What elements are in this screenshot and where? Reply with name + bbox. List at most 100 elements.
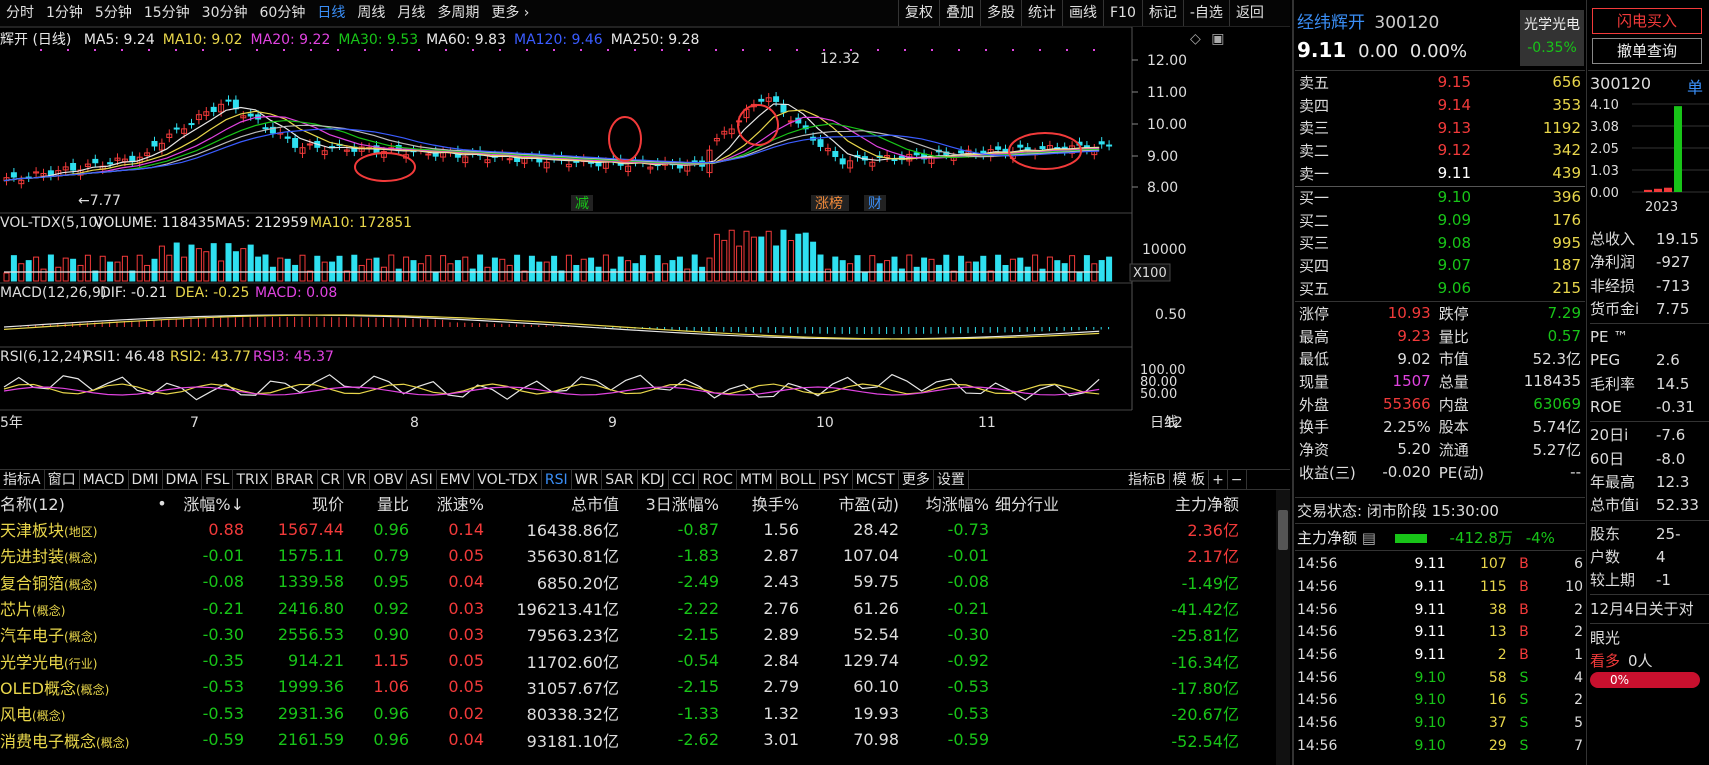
column-header[interactable]: 涨速%: [415, 490, 490, 516]
indicator-tab[interactable]: SAR: [602, 470, 638, 490]
indicator-action[interactable]: −: [1228, 470, 1247, 490]
three-day-change: -2.22: [677, 598, 719, 618]
period-tab[interactable]: 30分钟: [196, 0, 254, 26]
period-tab[interactable]: 5分钟: [89, 0, 138, 26]
indicator-tab[interactable]: ROC: [699, 470, 737, 490]
book-row[interactable]: 卖四 9.14 353: [1295, 94, 1585, 117]
tool-button[interactable]: 统计: [1021, 0, 1062, 26]
indicator-tab[interactable]: EMV: [437, 470, 475, 490]
indicator-tab[interactable]: MACD: [80, 470, 129, 490]
column-header[interactable]: •: [150, 490, 180, 516]
period-tab[interactable]: 60分钟: [254, 0, 312, 26]
column-header[interactable]: 现价: [250, 490, 350, 516]
book-row[interactable]: 卖三 9.13 1192: [1295, 116, 1585, 139]
column-header[interactable]: 市盈(动): [805, 490, 905, 516]
indicator-tab[interactable]: BOLL: [777, 470, 820, 490]
book-row[interactable]: 买二 9.09 176: [1295, 209, 1585, 232]
table-scrollbar[interactable]: [1276, 490, 1290, 765]
tool-button[interactable]: -自选: [1182, 0, 1229, 26]
flash-buy-button[interactable]: 闪电买入: [1592, 8, 1702, 34]
book-row[interactable]: 卖二 9.12 342: [1295, 139, 1585, 162]
column-header[interactable]: 主力净额: [1105, 490, 1245, 516]
indicator-tab[interactable]: MTM: [737, 470, 777, 490]
table-row[interactable]: 汽车电子(概念) -0.30 2556.53 0.90 0.03 79563.23亿 -2.…: [0, 621, 1245, 647]
column-header[interactable]: 均涨幅%: [905, 490, 995, 516]
indicator-tab[interactable]: CCI: [669, 470, 700, 490]
tool-button[interactable]: 画线: [1062, 0, 1103, 26]
tool-button[interactable]: 多股: [980, 0, 1021, 26]
indicator-tab[interactable]: TRIX: [233, 470, 273, 490]
table-row[interactable]: 天津板块(地区) 0.88 1567.44 0.96 0.14 16438.86亿 -0.8…: [0, 516, 1245, 542]
period-tab[interactable]: 15分钟: [138, 0, 196, 26]
indicator-tab[interactable]: VOL-TDX: [474, 470, 542, 490]
period-tab[interactable]: 周线: [351, 0, 391, 26]
kline-chart[interactable]: 辉开 (日线) MA5: 9.24 MA10: 9.02 MA20: 9.22 MA3…: [0, 27, 1290, 472]
tool-button[interactable]: 标记: [1141, 0, 1183, 26]
drawn-annotation[interactable]: [608, 116, 642, 162]
event-marker[interactable]: 涨榜: [815, 195, 843, 212]
book-row[interactable]: 买三 9.08 995: [1295, 231, 1585, 254]
event-marker[interactable]: 减: [575, 196, 589, 212]
indicator-action[interactable]: 模 板: [1170, 470, 1210, 490]
price: 914.21: [288, 651, 344, 671]
table-row[interactable]: 先进封装(概念) -0.01 1575.11 0.79 0.05 35630.81亿 -1.…: [0, 542, 1245, 568]
table-row[interactable]: OLED概念(概念) -0.53 1999.36 1.06 0.05 31057.67亿 -…: [0, 674, 1245, 700]
indicator-action[interactable]: 指标B: [1125, 470, 1170, 490]
period-tab[interactable]: 1分钟: [40, 0, 89, 26]
pct-change: 0.88: [208, 519, 244, 539]
indicator-tab[interactable]: 设置: [934, 470, 969, 490]
speed: 0.04: [448, 572, 484, 592]
cancel-query-button[interactable]: 撤单查询: [1592, 38, 1702, 64]
table-row[interactable]: 芯片(概念) -0.21 2416.80 0.92 0.03 196213.41亿 -2.2…: [0, 595, 1245, 621]
column-header[interactable]: 涨幅%↓: [180, 490, 250, 516]
indicator-tab[interactable]: DMI: [129, 470, 163, 490]
indicator-tab[interactable]: OBV: [370, 470, 408, 490]
stock-name[interactable]: 经纬辉开: [1297, 13, 1365, 33]
table-row[interactable]: 复合铜箔(概念) -0.08 1339.58 0.95 0.04 6850.20亿 -2.4…: [0, 569, 1245, 595]
indicator-tab[interactable]: 指标A: [0, 470, 45, 490]
indicator-tab[interactable]: RSI: [542, 470, 572, 490]
news-item[interactable]: 12月4日关于对: [1590, 597, 1709, 621]
period-tab[interactable]: 月线: [391, 0, 431, 26]
book-row[interactable]: 买四 9.07 187: [1295, 254, 1585, 277]
column-header[interactable]: 量比: [350, 490, 415, 516]
column-header[interactable]: 细分行业: [995, 490, 1105, 516]
drawn-annotation[interactable]: [737, 104, 779, 146]
indicator-tab[interactable]: 更多: [899, 470, 934, 490]
tool-button[interactable]: 返回: [1228, 0, 1270, 26]
tool-button[interactable]: 复权: [898, 0, 939, 26]
period-tab[interactable]: 多周期: [431, 0, 485, 26]
indicator-tab[interactable]: 窗口: [45, 470, 80, 490]
table-row[interactable]: 消费电子概念(概念) -0.59 2161.59 0.96 0.04 93181.10亿 -…: [0, 726, 1245, 752]
indicator-action[interactable]: +: [1209, 470, 1228, 490]
indicator-tab[interactable]: CR: [318, 470, 345, 490]
indicator-tab[interactable]: ASI: [407, 470, 437, 490]
period-tab[interactable]: 日线: [311, 0, 351, 26]
list-icon[interactable]: ▤: [1362, 529, 1376, 547]
event-marker[interactable]: 财: [868, 196, 882, 212]
indicator-tab[interactable]: FSL: [202, 470, 234, 490]
indicator-tab[interactable]: DMA: [163, 470, 202, 490]
table-row[interactable]: 光学光电(行业) -0.35 914.21 1.15 0.05 11702.60亿 -0.5…: [0, 647, 1245, 673]
column-header[interactable]: 3日涨幅%: [625, 490, 725, 516]
indicator-tab[interactable]: VR: [344, 470, 371, 490]
indicator-tab[interactable]: MCST: [853, 470, 899, 490]
table-row[interactable]: 风电(概念) -0.53 2931.36 0.96 0.02 80338.32亿 -1.33…: [0, 700, 1245, 726]
column-header[interactable]: 换手%: [725, 490, 805, 516]
indicator-tab[interactable]: WR: [572, 470, 603, 490]
period-tab[interactable]: 分时: [0, 0, 40, 26]
book-row[interactable]: 买五 9.06 215: [1295, 277, 1585, 300]
sector-badge[interactable]: 光学光电 -0.35%: [1520, 10, 1584, 66]
volume-bar: [787, 239, 794, 282]
book-row[interactable]: 买一 9.10 396: [1295, 186, 1585, 209]
book-row[interactable]: 卖五 9.15 656: [1295, 71, 1585, 94]
column-header[interactable]: 总市值: [490, 490, 625, 516]
book-row[interactable]: 卖一 9.11 439: [1295, 162, 1585, 185]
column-header[interactable]: 名称(12): [0, 490, 150, 516]
indicator-tab[interactable]: BRAR: [272, 470, 318, 490]
tool-button[interactable]: 叠加: [939, 0, 980, 26]
indicator-tab[interactable]: PSY: [820, 470, 853, 490]
period-tab[interactable]: 更多 ›: [485, 0, 535, 26]
indicator-tab[interactable]: KDJ: [638, 470, 669, 490]
tool-button[interactable]: F10: [1103, 0, 1142, 26]
